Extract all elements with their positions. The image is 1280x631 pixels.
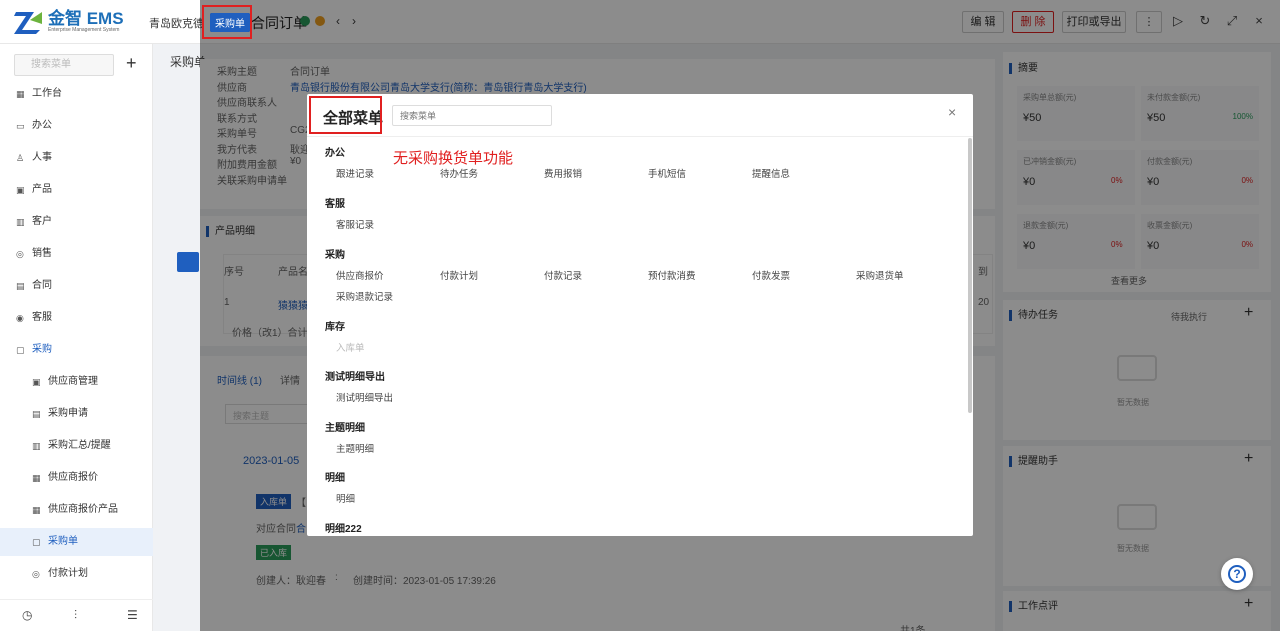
help-icon: ? (1228, 565, 1246, 583)
sidebar-item-label: 客户 (32, 216, 52, 227)
product-icon: ▣ (16, 185, 25, 195)
sidebar-item[interactable]: ▦ 工作台 (0, 80, 153, 108)
sidebar-item-label: 采购 (32, 344, 52, 355)
sidebar-subitem-label: 付款计划 (48, 568, 88, 579)
history-icon[interactable]: ◷ (22, 608, 32, 622)
menu-category-title: 明细 (325, 473, 345, 484)
menu-item[interactable]: 客服记录 (336, 217, 374, 231)
menu-item[interactable]: 付款记录 (544, 268, 582, 282)
sidebar-search-input[interactable]: 搜索菜单 (14, 54, 114, 76)
dashboard-icon: ▦ (16, 89, 25, 99)
sidebar-item-label: 工作台 (32, 88, 62, 99)
sidebar-subitem[interactable]: ▢ 采购单 (0, 528, 153, 556)
sidebar-subitem-label: 供应商报价产品 (48, 504, 118, 515)
new-button[interactable] (177, 252, 199, 272)
all-menus-dialog: 全部菜单 × 无采购换货单功能 办公跟进记录 待办任务 费用报销 手机短信 提醒信息客服… (307, 94, 973, 536)
close-icon[interactable]: × (948, 104, 956, 120)
badge-highlight-box (202, 5, 252, 39)
menu-category-title: 测试明细导出 (325, 372, 385, 383)
sidebar-subitem-label: 供应商管理 (48, 376, 98, 387)
sidebar-item[interactable]: ▥ 客户 (0, 208, 153, 236)
menu-item[interactable]: 付款计划 (440, 268, 478, 282)
sidebar: 搜索菜单 + ▦ 工作台 ▭ 办公 ♙ 人事 ▣ 产品 ▥ 客户 ◎ 销售 ▤ 合同 ◉ 客服 ▢ 采购 ▣ 供应商管… (0, 44, 153, 631)
sidebar-subitem[interactable]: ▤ 采购申请 (0, 400, 153, 428)
sidebar-item-label: 办公 (32, 120, 52, 131)
sidebar-subitem[interactable]: ▥ 采购汇总/提醒 (0, 432, 153, 460)
quote-icon: ▦ (32, 473, 41, 483)
service-icon: ◉ (16, 313, 24, 323)
logo-text: 金智 EMS (48, 9, 124, 28)
menu-category-title: 办公 (325, 148, 345, 159)
menu-item[interactable]: 付款发票 (752, 268, 790, 282)
menu-item[interactable]: 供应商报价 (336, 268, 384, 282)
menu-item[interactable]: 主题明细 (336, 441, 374, 455)
sidebar-subitem[interactable]: ▦ 供应商报价产品 (0, 496, 153, 524)
menu-item[interactable]: 跟进记录 (336, 166, 374, 180)
annotation-note: 无采购换货单功能 (393, 150, 514, 167)
add-icon[interactable]: + (126, 53, 137, 74)
sidebar-subitem-label: 采购单 (48, 536, 78, 547)
menu-item[interactable]: 采购退货单 (856, 268, 904, 282)
office-icon: ▭ (16, 121, 25, 131)
menu-category-title: 采购 (325, 250, 345, 261)
order-icon: ▢ (32, 537, 41, 547)
menu-category-title: 主题明细 (325, 423, 365, 434)
dialog-header: 全部菜单 × (307, 94, 973, 137)
menu-category-title: 库存 (325, 322, 345, 333)
menu-item[interactable]: 明细 (336, 491, 355, 505)
menu-search-input[interactable] (392, 105, 552, 126)
title-highlight-box (309, 96, 382, 134)
menu-item[interactable]: 入库单 (336, 340, 365, 354)
sidebar-item[interactable]: ◎ 销售 (0, 240, 153, 268)
request-icon: ▤ (32, 409, 41, 419)
logo-mark-icon (14, 10, 44, 34)
sidebar-item-label: 销售 (32, 248, 52, 259)
settings-icon[interactable]: ☰ (127, 608, 138, 622)
sidebar-subitem-label: 采购申请 (48, 408, 88, 419)
menu-item[interactable]: 手机短信 (648, 166, 686, 180)
contract-icon: ▤ (16, 281, 25, 291)
customer-icon: ▥ (16, 217, 25, 227)
summary-icon: ▥ (32, 441, 41, 451)
sidebar-subitem[interactable]: ▣ 供应商管理 (0, 368, 153, 396)
menu-item[interactable]: 采购退款记录 (336, 289, 393, 303)
menu-item[interactable]: 测试明细导出 (336, 390, 393, 404)
filter-icon[interactable]: ⫶ (74, 608, 77, 623)
sidebar-bottom-bar: ◷ ⫶ ☰ (0, 599, 153, 631)
sidebar-item[interactable]: ▤ 合同 (0, 272, 153, 300)
menu-item[interactable]: 待办任务 (440, 166, 478, 180)
sidebar-subitem-label: 采购汇总/提醒 (48, 440, 111, 451)
sidebar-item[interactable]: ♙ 人事 (0, 144, 153, 172)
sidebar-item-label: 人事 (32, 152, 52, 163)
menu-item[interactable]: 费用报销 (544, 166, 582, 180)
help-button[interactable]: ? (1221, 558, 1253, 590)
quote-product-icon: ▦ (32, 505, 41, 515)
supplier-icon: ▣ (32, 377, 41, 387)
menu-category-title: 明细222 (325, 524, 362, 535)
person-icon: ♙ (16, 153, 25, 163)
company-name: 青岛欧克德 (149, 18, 204, 30)
sidebar-item-label: 客服 (32, 312, 52, 323)
menu-category-title: 客服 (325, 199, 345, 210)
sidebar-item[interactable]: ▣ 产品 (0, 176, 153, 204)
purchase-icon: ▢ (16, 345, 25, 355)
menu-item[interactable]: 预付款消费 (648, 268, 696, 282)
sales-icon: ◎ (16, 249, 24, 259)
dialog-scrollbar[interactable] (968, 138, 972, 413)
sidebar-item-label: 合同 (32, 280, 52, 291)
sidebar-item[interactable]: ◉ 客服 (0, 304, 153, 332)
sidebar-item-label: 产品 (32, 184, 52, 195)
sidebar-item[interactable]: ▢ 采购 (0, 336, 153, 364)
app-logo: 金智 EMS Enterprise Management System (14, 8, 132, 36)
sidebar-subitem-label: 供应商报价 (48, 472, 98, 483)
sidebar-subitem[interactable]: ◎ 付款计划 (0, 560, 153, 588)
sidebar-subitem[interactable]: ▦ 供应商报价 (0, 464, 153, 492)
logo-subtitle: Enterprise Management System (48, 27, 120, 33)
plan-icon: ◎ (32, 569, 40, 579)
menu-item[interactable]: 提醒信息 (752, 166, 790, 180)
sidebar-item[interactable]: ▭ 办公 (0, 112, 153, 140)
